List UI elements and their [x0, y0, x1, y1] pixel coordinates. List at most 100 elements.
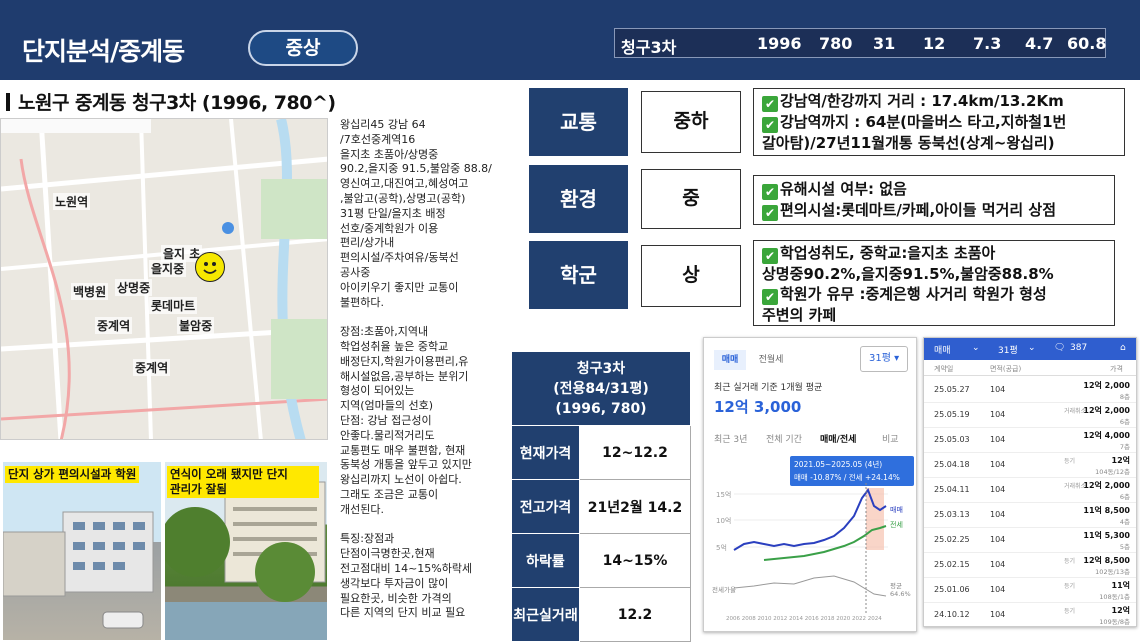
row-floor: 4층	[1119, 518, 1130, 526]
school-detail-4: 주변의 카페	[762, 306, 837, 324]
row-price: 12억 8,500	[1083, 556, 1130, 565]
grade-badge: 중상	[248, 30, 358, 66]
row-area: 104	[990, 610, 1006, 619]
row-tag: 등기	[1064, 608, 1076, 615]
table-row[interactable]: 25.05.03 104 12억 4,000 7층	[924, 428, 1136, 453]
traffic-detail-1: ✔ 강남역/한강까지 거리 : 17.4km/13.2Km	[762, 91, 1116, 112]
photo2-caption: 연식이 오래 됐지만 단지 관리가 잘됨	[167, 466, 319, 498]
env-detail-2: ✔ 편의시설:롯데마트/카페,아이들 먹거리 상점	[762, 200, 1106, 221]
price-label-peak: 전고가격	[511, 479, 580, 534]
map-label-eulji-jung: 을지중	[149, 260, 187, 277]
table-row[interactable]: 25.02.25 104 11억 5,300 5층	[924, 528, 1136, 553]
transaction-list-panel: 매매 ⌄ 31평 ⌄ 🗨 387 ⌂ 계약일 면적(공급) 가격 25.05.2…	[923, 337, 1137, 627]
photo-shopping-mall: 단지 상가 편의시설과 학원	[3, 462, 161, 640]
table-row[interactable]: 25.04.11 104 거래취소 12억 2,000 6층	[924, 478, 1136, 503]
table-row[interactable]: 25.05.27 104 12억 2,000 8층	[924, 378, 1136, 403]
price-table-header: 청구3차 (전용84/31평) (1996, 780)	[511, 351, 691, 426]
row-floor: 8층	[1119, 393, 1130, 401]
table-row[interactable]: 24.10.12 104 등기 12억 109동/8층	[924, 603, 1136, 626]
details-school: ✔ 학업성취도, 중학교:을지초 초품아 상명중90.2%,을지중91.5%,불암…	[753, 240, 1115, 326]
category-school: 학군	[529, 241, 628, 309]
row-date: 25.04.11	[934, 485, 970, 494]
row-date: 25.02.15	[934, 560, 970, 569]
complex-description: 왕십리45 강남 64 /7호선중계역16 을지초 초품아/상명중 90.2,을…	[340, 118, 492, 620]
row-floor: 6층	[1119, 418, 1130, 426]
price-value-peak: 21년2월 14.2	[579, 479, 691, 534]
price-value-current: 12~12.2	[579, 425, 691, 480]
row-floor: 109동/8층	[1099, 618, 1130, 626]
price-label-recent: 최근실거래	[511, 587, 580, 642]
table-row[interactable]: 25.02.15 104 등기 12억 8,500 102동/13층	[924, 553, 1136, 578]
row-tag: 등기	[1064, 458, 1076, 465]
row-area: 104	[990, 585, 1006, 594]
price-chart-panel: 매매 전월세 31평 ▾ 최근 실거래 기준 1개월 평균 12억 3,000 …	[703, 337, 917, 632]
row-floor: 102동/13층	[1095, 568, 1130, 576]
checkbox-icon: ✔	[762, 96, 778, 112]
row-price: 11억 5,300	[1083, 531, 1130, 540]
checkbox-icon: ✔	[762, 289, 778, 305]
row-tag: 등기	[1064, 558, 1076, 565]
table-row[interactable]: 25.03.13 104 11억 8,500 4층	[924, 503, 1136, 528]
summary-year: 1996	[757, 34, 802, 53]
school-detail-1: ✔ 학업성취도, 중학교:을지초 초품아	[762, 243, 1106, 264]
grade-school: 상	[641, 245, 741, 307]
ratio-label: 전세가율	[712, 586, 736, 594]
col-date: 계약일	[934, 365, 954, 373]
summary-v1: 31	[873, 34, 896, 53]
table-row[interactable]: 25.05.19 104 거래취소 12억 2,000 6층	[924, 403, 1136, 428]
row-area: 104	[990, 385, 1006, 394]
details-traffic: ✔ 강남역/한강까지 거리 : 17.4km/13.2Km ✔ 강남역까지 : 64…	[753, 88, 1125, 156]
map-label-lotte: 롯데마트	[149, 297, 198, 314]
row-area: 104	[990, 510, 1006, 519]
map-label-nowon: 노원역	[53, 193, 91, 210]
row-floor: 108동/1층	[1099, 593, 1130, 601]
chevron-down-icon[interactable]: ⌄	[1028, 343, 1036, 353]
list-tab[interactable]: 매매	[934, 343, 951, 356]
row-price: 12억 2,000	[1083, 381, 1130, 390]
row-date: 25.05.27	[934, 385, 970, 394]
summary-households: 780	[819, 34, 853, 53]
category-environment: 환경	[529, 165, 628, 233]
checkbox-icon: ✔	[762, 184, 778, 200]
summary-v3: 7.3	[973, 34, 1002, 53]
photo1-caption: 단지 상가 편의시설과 학원	[5, 466, 140, 483]
row-area: 104	[990, 485, 1006, 494]
row-price: 11억	[1111, 581, 1131, 590]
row-floor: 104동/12층	[1095, 468, 1130, 476]
table-row[interactable]: 25.04.18 104 등기 12억 104동/12층	[924, 453, 1136, 478]
price-label-current: 현재가격	[511, 425, 580, 480]
map-view[interactable]: 노원역 을지 초 을지중 백병원 상명중 롯데마트 중계역 불암중 중계역	[0, 118, 328, 440]
checkbox-icon: ✔	[762, 248, 778, 264]
row-area: 104	[990, 535, 1006, 544]
price-value-drop: 14~15%	[579, 533, 691, 588]
smiley-marker-icon	[195, 252, 225, 282]
list-size[interactable]: 31평	[998, 343, 1018, 356]
checkbox-icon: ✔	[762, 205, 778, 221]
row-floor: 6층	[1119, 493, 1130, 501]
details-environment: ✔ 유해시설 여부: 없음 ✔ 편의시설:롯데마트/카페,아이들 먹거리 상점	[753, 175, 1115, 225]
row-area: 104	[990, 460, 1006, 469]
table-row[interactable]: 25.01.06 104 등기 11억 108동/1층	[924, 578, 1136, 603]
row-date: 25.03.13	[934, 510, 970, 519]
subtitle-text: 노원구 중계동 청구3차 (1996, 780^)	[18, 92, 336, 114]
row-price: 12억 2,000	[1083, 481, 1130, 490]
row-area: 104	[990, 435, 1006, 444]
row-price: 12억 2,000	[1083, 406, 1130, 415]
row-price: 12억	[1111, 606, 1131, 615]
summary-v2: 12	[923, 34, 946, 53]
map-label-baekbyeong: 백병원	[71, 283, 109, 300]
grade-traffic: 중하	[641, 91, 741, 153]
map-label-buram: 불암중	[177, 317, 215, 334]
row-date: 24.10.12	[934, 610, 970, 619]
bell-icon[interactable]: ⌂	[1120, 343, 1126, 353]
row-area: 104	[990, 560, 1006, 569]
chevron-down-icon[interactable]: ⌄	[972, 343, 980, 353]
school-detail-3: ✔ 학원가 유무 :중계은행 사거리 학원가 형성	[762, 284, 1106, 305]
row-date: 25.05.03	[934, 435, 970, 444]
map-roads	[1, 119, 327, 439]
comment-icon[interactable]: 🗨	[1054, 343, 1065, 353]
ratio-value: 평균 64.6%	[890, 582, 911, 598]
school-detail-2: 상명중90.2%,을지중91.5%,불암중88.8%	[762, 265, 1054, 283]
map-label-junggye-2: 중계역	[133, 359, 171, 376]
map-label-junggye: 중계역	[95, 317, 133, 334]
